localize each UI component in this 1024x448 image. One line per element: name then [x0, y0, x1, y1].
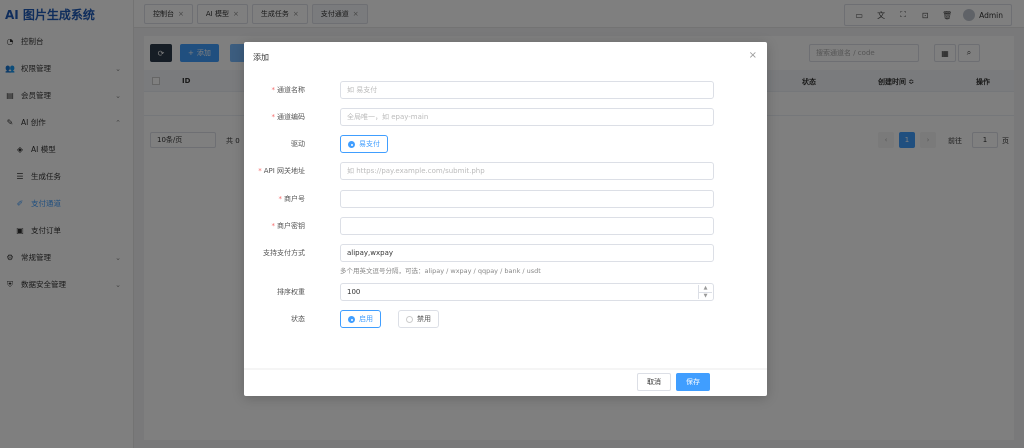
field-label: * 通道名称: [271, 86, 306, 94]
form-row-methods: 支持支付方式 alipay,wxpay: [244, 244, 767, 262]
field-label: 支持支付方式: [263, 249, 305, 257]
field-label: 排序权重: [277, 288, 305, 296]
form-row-merchant-id: * 商户号: [244, 190, 767, 208]
form-row-name: * 通道名称 如 易支付: [244, 81, 767, 99]
radio-dot: [406, 315, 413, 323]
field-label: 驱动: [291, 140, 305, 148]
pay-methods-input[interactable]: alipay,wxpay: [340, 244, 714, 262]
cancel-button[interactable]: 取消: [637, 373, 671, 391]
field-label: 状态: [291, 315, 305, 323]
stepper-controls: ▲ ▼: [698, 285, 712, 299]
status-radio-disabled[interactable]: 禁用: [398, 310, 439, 328]
radio-label: 易支付: [359, 140, 380, 148]
sort-weight-stepper[interactable]: 100 ▲ ▼: [340, 283, 714, 301]
driver-radio-epay[interactable]: 易支付: [340, 135, 388, 153]
field-label: * 通道编码: [271, 113, 306, 121]
dialog-footer-divider: [244, 368, 767, 370]
field-label: * API 网关地址: [258, 167, 305, 175]
merchant-key-input[interactable]: [340, 217, 714, 235]
chevron-up-icon[interactable]: ▲: [699, 285, 712, 293]
dialog-title: 添加: [253, 53, 269, 62]
channel-name-input[interactable]: 如 易支付: [340, 81, 714, 99]
status-radio-enabled[interactable]: 启用: [340, 310, 381, 328]
merchant-id-input[interactable]: [340, 190, 714, 208]
form-row-code: * 通道编码 全局唯一，如 epay-main: [244, 108, 767, 126]
field-label: * 商户密钥: [271, 222, 306, 230]
chevron-down-icon[interactable]: ▼: [699, 293, 712, 300]
close-icon[interactable]: ×: [749, 50, 757, 61]
field-label: * 商户号: [278, 195, 306, 203]
radio-label: 禁用: [417, 315, 431, 323]
form-row-merchant-key: * 商户密钥: [244, 217, 767, 235]
weight-value: 100: [347, 288, 361, 296]
radio-label: 启用: [359, 315, 373, 323]
save-button[interactable]: 保存: [676, 373, 710, 391]
channel-code-input[interactable]: 全局唯一，如 epay-main: [340, 108, 714, 126]
gateway-url-input[interactable]: 如 https://pay.example.com/submit.php: [340, 162, 714, 180]
form-row-driver: 驱动 易支付: [244, 135, 767, 153]
form-row-status: 状态 启用 禁用: [244, 310, 767, 328]
radio-dot: [348, 315, 355, 323]
add-dialog: 添加 × * 通道名称 如 易支付 * 通道编码 全局唯一，如 epay-main …: [244, 42, 767, 396]
radio-dot: [348, 140, 355, 148]
form-row-weight: 排序权重 100 ▲ ▼: [244, 283, 767, 301]
methods-hint: 多个用英文逗号分隔，可选：alipay / wxpay / qqpay / ba…: [340, 267, 541, 275]
form-row-gateway: * API 网关地址 如 https://pay.example.com/subm…: [244, 162, 767, 180]
